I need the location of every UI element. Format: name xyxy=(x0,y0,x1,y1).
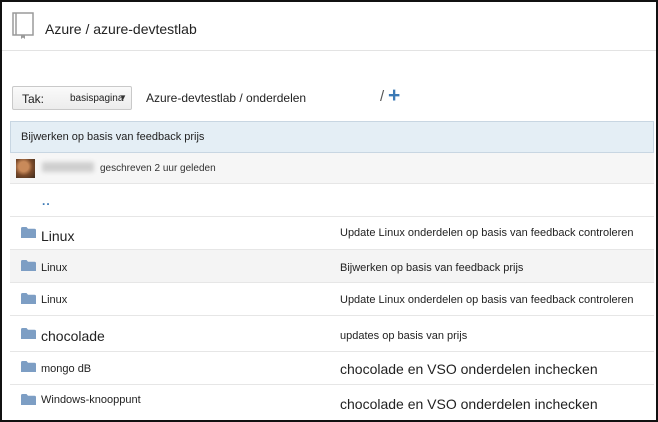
branch-label: Tak: xyxy=(22,92,45,106)
file-name[interactable]: mongo dB xyxy=(41,363,91,375)
folder-icon xyxy=(21,361,36,372)
avatar[interactable] xyxy=(16,159,35,178)
repository-title[interactable]: Azure / azure-devtestlab xyxy=(45,21,197,37)
branch-selector-button[interactable]: Tak: basispagina ▼ xyxy=(12,86,132,110)
folder-icon xyxy=(21,328,36,339)
folder-icon xyxy=(21,293,36,304)
commit-author-row: geschreven 2 uur geleden xyxy=(10,153,654,184)
repository-book-icon xyxy=(12,12,34,40)
header-divider xyxy=(2,50,656,51)
file-commit-message[interactable]: Bijwerken op basis van feedback prijs xyxy=(340,262,523,274)
folder-icon xyxy=(21,227,36,238)
file-row[interactable]: mongo dB chocolade en VSO onderdelen inc… xyxy=(10,352,654,385)
file-commit-message[interactable]: Update Linux onderdelen op basis van fee… xyxy=(340,294,634,306)
commit-time: geschreven 2 uur geleden xyxy=(100,163,216,174)
branch-name: basispagina xyxy=(70,93,124,104)
file-commit-message[interactable]: Update Linux onderdelen op basis van fee… xyxy=(340,227,634,239)
file-row[interactable]: Linux Bijwerken op basis van feedback pr… xyxy=(10,250,654,283)
file-name[interactable]: Windows-knooppunt xyxy=(41,394,141,406)
latest-commit-banner: Bijwerken op basis van feedback prijs xyxy=(10,121,654,153)
chevron-down-icon: ▼ xyxy=(119,93,127,102)
add-item-button[interactable]: + xyxy=(388,84,400,108)
file-commit-message[interactable]: updates op basis van prijs xyxy=(340,330,467,342)
path-separator: / xyxy=(380,88,385,105)
breadcrumb-path[interactable]: Azure-devtestlab / onderdelen xyxy=(146,91,306,105)
file-commit-message[interactable]: chocolade en VSO onderdelen inchecken xyxy=(340,361,598,377)
parent-directory-link[interactable]: .. xyxy=(42,194,51,208)
folder-icon xyxy=(21,260,36,271)
file-name[interactable]: Linux xyxy=(41,228,74,244)
commit-message[interactable]: Bijwerken op basis van feedback prijs xyxy=(21,131,204,143)
file-row[interactable]: chocolade updates op basis van prijs xyxy=(10,316,654,352)
file-row[interactable]: Linux Update Linux onderdelen op basis v… xyxy=(10,217,654,250)
window-frame: Azure / azure-devtestlab Tak: basispagin… xyxy=(0,0,658,422)
file-row[interactable]: Linux Update Linux onderdelen op basis v… xyxy=(10,283,654,316)
file-row[interactable]: Windows-knooppunt chocolade en VSO onder… xyxy=(10,385,654,418)
file-name[interactable]: Linux xyxy=(41,294,67,306)
file-commit-message[interactable]: chocolade en VSO onderdelen inchecken xyxy=(340,396,598,412)
file-name[interactable]: Linux xyxy=(41,262,67,274)
folder-icon xyxy=(21,394,36,405)
file-name[interactable]: chocolade xyxy=(41,328,105,344)
author-name-redacted xyxy=(42,162,94,172)
